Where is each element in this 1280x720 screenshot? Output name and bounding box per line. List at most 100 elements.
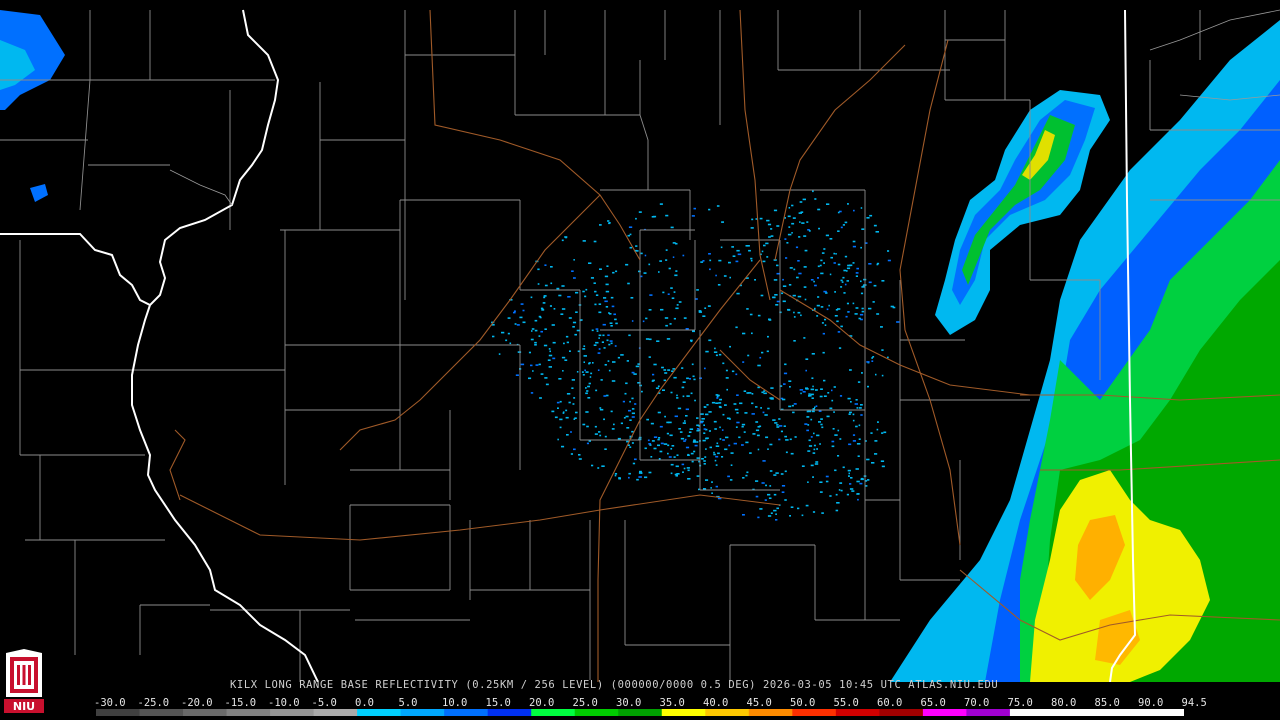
clear-air-speckle: [739, 402, 743, 405]
clear-air-speckle: [742, 477, 745, 479]
clear-air-speckle: [608, 343, 611, 346]
clear-air-speckle: [595, 389, 598, 392]
clear-air-speckle: [566, 393, 571, 395]
clear-air-speckle: [736, 421, 740, 424]
clear-air-speckle: [573, 259, 575, 261]
clear-air-speckle: [585, 371, 589, 373]
clear-air-speckle: [801, 465, 805, 467]
clear-air-speckle: [558, 294, 562, 297]
clear-air-speckle: [804, 298, 807, 301]
clear-air-speckle: [530, 364, 533, 367]
clear-air-speckle: [798, 212, 802, 214]
clear-air-speckle: [633, 373, 637, 375]
clear-air-speckle: [564, 359, 568, 361]
colorbar-swatch: [792, 709, 837, 716]
clear-air-speckle: [805, 369, 807, 372]
clear-air-speckle: [604, 275, 609, 278]
colorbar-tick-label: 15.0: [485, 697, 511, 709]
clear-air-speckle: [826, 203, 830, 205]
clear-air-speckle: [607, 220, 610, 222]
clear-air-speckle: [821, 252, 825, 254]
clear-air-speckle: [538, 315, 541, 318]
colorbar-swatch: [1140, 709, 1184, 716]
clear-air-speckle: [741, 444, 744, 446]
clear-air-speckle: [663, 443, 668, 445]
clear-air-speckle: [745, 474, 748, 477]
clear-air-speckle: [709, 259, 712, 262]
clear-air-speckle: [631, 320, 634, 322]
clear-air-speckle: [534, 319, 538, 322]
clear-air-speckle: [683, 467, 686, 470]
clear-air-speckle: [824, 318, 827, 321]
clear-air-speckle: [860, 292, 864, 295]
clear-air-speckle: [669, 323, 672, 325]
clear-air-speckle: [661, 366, 664, 369]
clear-air-speckle: [649, 294, 653, 296]
clear-air-speckle: [559, 400, 562, 403]
clear-air-speckle: [571, 379, 575, 381]
clear-air-speckle: [704, 307, 707, 309]
clear-air-speckle: [617, 437, 621, 440]
clear-air-speckle: [667, 452, 669, 455]
clear-air-speckle: [705, 350, 709, 353]
clear-air-speckle: [705, 479, 709, 481]
clear-air-speckle: [820, 259, 823, 262]
clear-air-speckle: [693, 439, 696, 441]
clear-air-speckle: [801, 514, 804, 517]
clear-air-speckle: [540, 330, 543, 333]
clear-air-speckle: [655, 387, 659, 389]
clear-air-speckle: [662, 389, 665, 391]
clear-air-speckle: [629, 419, 632, 421]
clear-air-speckle: [550, 266, 553, 268]
clear-air-speckle: [818, 227, 820, 230]
clear-air-speckle: [811, 410, 815, 413]
clear-air-speckle: [798, 236, 801, 238]
clear-air-speckle: [684, 420, 686, 422]
clear-air-speckle: [588, 362, 590, 365]
clear-air-speckle: [769, 397, 773, 399]
clear-air-speckle: [719, 426, 721, 429]
clear-air-speckle: [855, 275, 858, 277]
radar-map: [0, 0, 1280, 682]
clear-air-speckle: [673, 317, 676, 320]
clear-air-speckle: [603, 297, 607, 299]
clear-air-speckle: [583, 361, 585, 363]
clear-air-speckle: [563, 342, 565, 345]
clear-air-speckle: [743, 431, 746, 433]
clear-air-speckle: [843, 292, 846, 294]
clear-air-speckle: [682, 254, 685, 257]
clear-air-speckle: [848, 443, 852, 446]
clear-air-speckle: [663, 369, 667, 371]
clear-air-speckle: [505, 339, 508, 342]
clear-air-speckle: [609, 322, 613, 324]
clear-air-speckle: [650, 422, 654, 425]
clear-air-speckle: [516, 324, 520, 326]
clear-air-speckle: [761, 250, 764, 253]
clear-air-speckle: [598, 431, 601, 433]
clear-air-speckle: [572, 321, 577, 324]
colorbar-swatch: [835, 709, 880, 716]
clear-air-speckle: [640, 275, 643, 278]
clear-air-speckle: [868, 263, 872, 265]
clear-air-speckle: [787, 233, 792, 236]
clear-air-speckle: [606, 339, 609, 342]
clear-air-speckle: [789, 386, 791, 388]
clear-air-speckle: [507, 317, 511, 319]
clear-air-speckle: [825, 475, 829, 478]
colorbar-tick-label: 90.0: [1138, 697, 1164, 709]
clear-air-speckle: [825, 480, 829, 483]
clear-air-speckle: [600, 379, 603, 381]
clear-air-speckle: [704, 456, 707, 458]
clear-air-speckle: [793, 403, 797, 405]
clear-air-speckle: [581, 371, 584, 373]
clear-air-speckle: [701, 458, 704, 460]
clear-air-speckle: [818, 421, 821, 423]
clear-air-speckle: [549, 305, 552, 307]
clear-air-speckle: [845, 315, 848, 318]
clear-air-speckle: [713, 453, 716, 456]
clear-air-speckle: [837, 263, 841, 266]
clear-air-speckle: [839, 438, 842, 440]
clear-air-speckle: [830, 256, 833, 259]
clear-air-speckle: [513, 311, 516, 314]
clear-air-speckle: [734, 408, 739, 411]
